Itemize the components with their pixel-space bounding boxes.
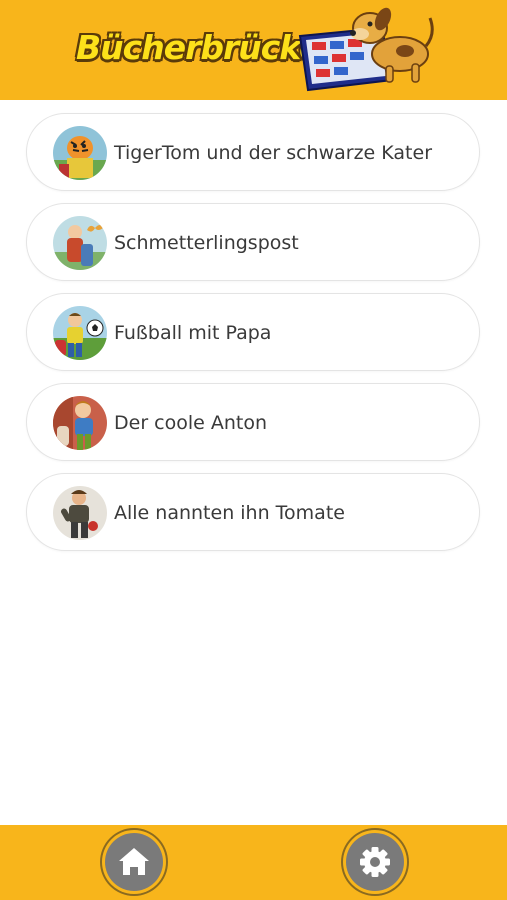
tomato-cover-icon bbox=[53, 486, 107, 540]
settings-button[interactable] bbox=[346, 833, 404, 891]
football-cover-icon bbox=[53, 306, 107, 360]
book-item[interactable]: Fußball mit Papa bbox=[26, 293, 480, 371]
book-title: TigerTom und der schwarze Kater bbox=[114, 142, 432, 164]
book-item[interactable]: Alle nannten ihn Tomate bbox=[26, 473, 480, 551]
book-item[interactable]: Der coole Anton bbox=[26, 383, 480, 461]
dog-tablet-icon bbox=[298, 7, 434, 92]
home-button[interactable] bbox=[105, 833, 163, 891]
book-title: Fußball mit Papa bbox=[114, 322, 272, 344]
book-title: Der coole Anton bbox=[114, 412, 268, 434]
book-title: Schmetterlingspost bbox=[114, 232, 299, 254]
tiger-cover-icon bbox=[53, 126, 107, 180]
home-icon bbox=[119, 848, 149, 875]
app-header: Bücherbrücken bbox=[0, 0, 507, 100]
anton-cover-icon bbox=[53, 396, 107, 450]
app-logo: Bücherbrücken bbox=[76, 6, 436, 92]
bottom-nav bbox=[0, 825, 507, 900]
gear-icon bbox=[360, 847, 390, 877]
book-item[interactable]: TigerTom und der schwarze Kater bbox=[26, 113, 480, 191]
butterfly-cover-icon bbox=[53, 216, 107, 270]
book-item[interactable]: Schmetterlingspost bbox=[26, 203, 480, 281]
book-title: Alle nannten ihn Tomate bbox=[114, 502, 345, 524]
